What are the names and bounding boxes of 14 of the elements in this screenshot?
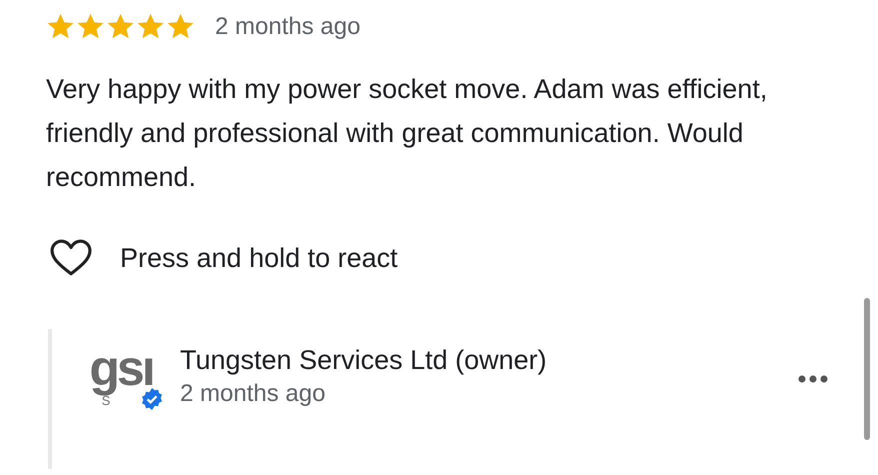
- star-icon: [136, 12, 165, 41]
- star-icon: [46, 12, 75, 41]
- react-label[interactable]: Press and hold to react: [120, 242, 398, 274]
- business-logo: gsı S: [82, 343, 160, 419]
- more-options-icon[interactable]: [798, 375, 828, 383]
- review-time: 2 months ago: [215, 12, 360, 40]
- owner-name: Tungsten Services Ltd (owner): [180, 344, 548, 377]
- star-icon: [76, 12, 105, 41]
- reply-time: 2 months ago: [180, 379, 326, 409]
- review-text: Very happy with my power socket move. Adam was efficient, friendly and professional with great communication. Would recommend.: [46, 73, 768, 194]
- star-icon: [106, 12, 135, 41]
- scrollbar[interactable]: [864, 298, 870, 440]
- heart-icon[interactable]: [50, 239, 92, 277]
- star-icon: [166, 12, 195, 41]
